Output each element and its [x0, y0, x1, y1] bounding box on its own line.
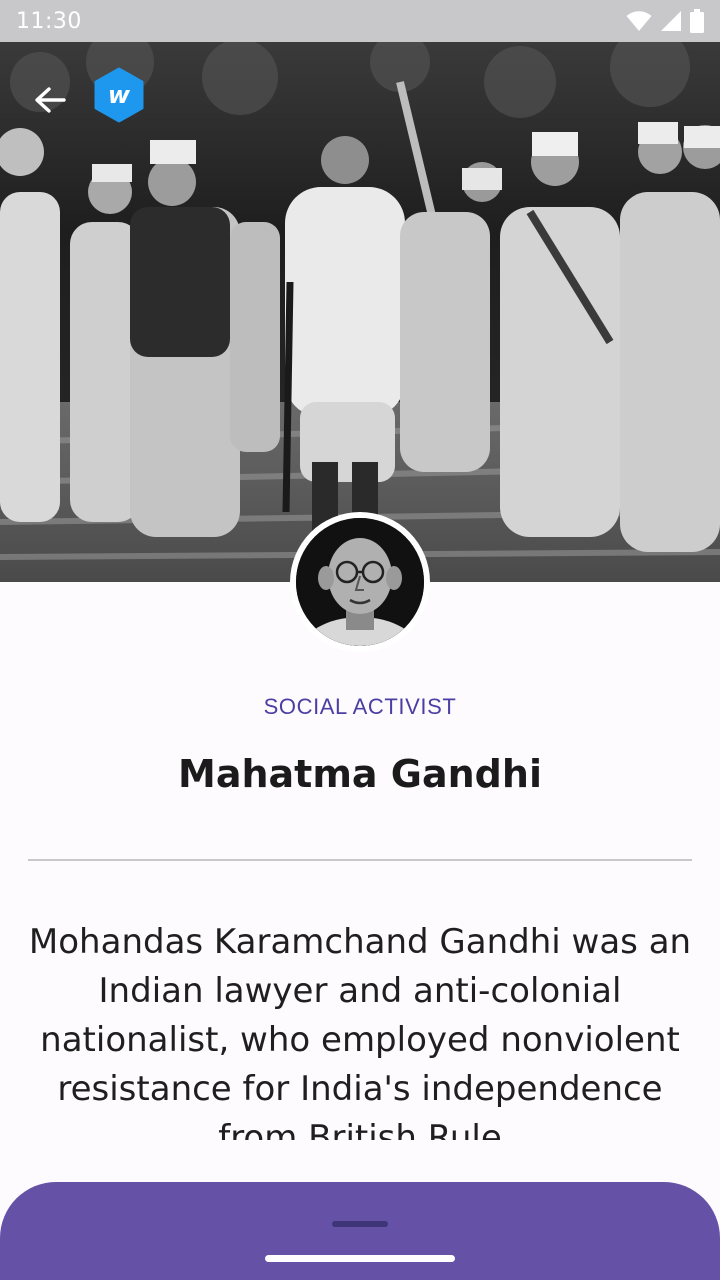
logo-letter: w [108, 81, 131, 109]
bio-container[interactable]: Mohandas Karamchand Gandhi was an Indian… [20, 918, 700, 1140]
sheet-drag-handle[interactable] [332, 1221, 388, 1227]
gesture-nav-bar[interactable] [265, 1255, 455, 1262]
avatar [290, 512, 430, 652]
back-button[interactable] [26, 78, 74, 122]
category-label: SOCIAL ACTIVIST [263, 694, 457, 719]
bottom-sheet[interactable] [0, 1182, 720, 1280]
person-name: Mahatma Gandhi [178, 752, 542, 796]
status-icons [626, 9, 704, 33]
status-time: 11:30 [16, 8, 82, 34]
bio-text: Mohandas Karamchand Gandhi was an Indian… [28, 922, 692, 1140]
divider [28, 859, 692, 861]
app-logo[interactable]: w [93, 67, 145, 123]
battery-icon [690, 9, 704, 33]
arrow-left-icon [35, 87, 66, 113]
wifi-icon [626, 11, 652, 31]
status-bar: 11:30 [0, 0, 720, 42]
signal-icon [661, 11, 681, 31]
avatar-image [296, 518, 424, 646]
